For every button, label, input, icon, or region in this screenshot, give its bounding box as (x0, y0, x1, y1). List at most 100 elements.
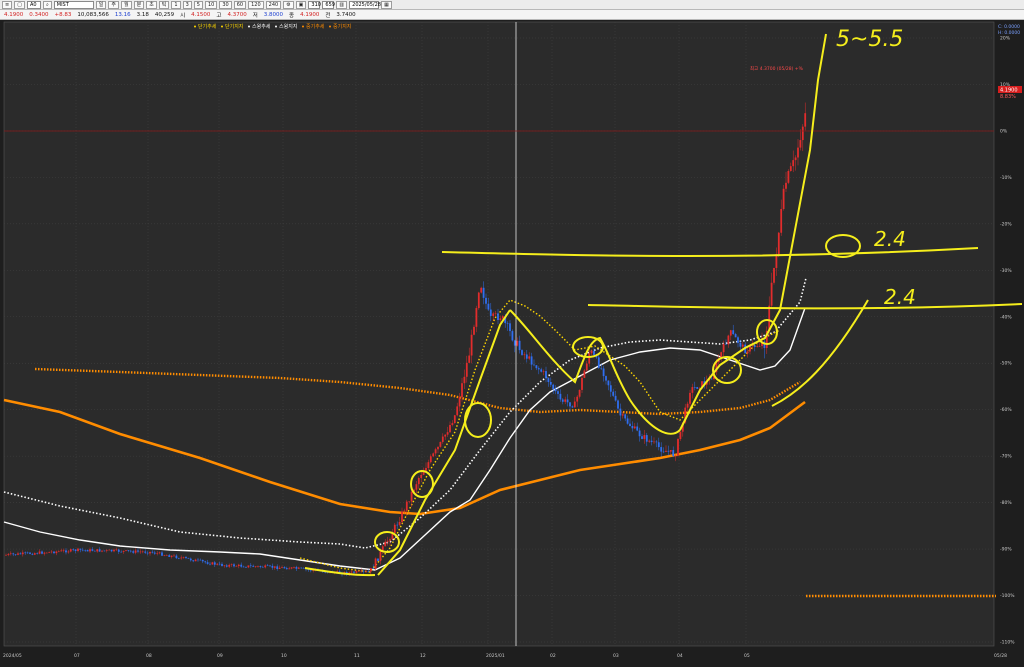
candle-body (192, 560, 195, 562)
candle-body (96, 549, 99, 552)
open-label: 시 (180, 12, 186, 19)
legend-marker (275, 25, 277, 28)
interval-1[interactable]: 1 (171, 0, 181, 9)
stock-name-input[interactable]: MIST (53, 0, 94, 9)
candle-body (5, 554, 7, 556)
y-tick-label: -50% (1000, 361, 1012, 367)
candle-body (794, 157, 797, 161)
candle-body (103, 550, 106, 552)
period-tab-tick[interactable]: 틱 (158, 0, 170, 9)
candle-body (458, 397, 461, 407)
period-tab-week[interactable]: 주 (108, 0, 119, 9)
candle-body (216, 563, 219, 565)
menu-icon[interactable]: ≡ (2, 0, 13, 9)
candle-body (151, 551, 154, 553)
x-tick-label: 11 (354, 653, 360, 659)
interval-3[interactable]: 3 (182, 0, 192, 9)
candle-body (45, 552, 48, 554)
candle-body (576, 396, 579, 402)
candle-body (485, 297, 487, 304)
candle-body (521, 350, 523, 355)
legend-item: 스윙추세 (252, 23, 271, 30)
stock-code-input[interactable]: A0 (26, 0, 41, 9)
candle-body (29, 552, 31, 554)
candle-body (624, 414, 627, 419)
candle-body (302, 568, 305, 569)
candle-body (386, 540, 389, 542)
candle-body (264, 565, 267, 568)
period-tab-second[interactable]: 초 (146, 0, 157, 9)
candle-body (237, 564, 240, 567)
candle-body (609, 385, 612, 392)
candle-body (756, 346, 759, 347)
interval-120[interactable]: 120 (248, 0, 264, 9)
candle-body (787, 171, 790, 183)
window-icon[interactable]: ▢ (14, 0, 25, 9)
candle-body (686, 403, 689, 408)
lock-icon[interactable]: ▣ (295, 0, 307, 9)
current-price-tag-pct: 8.83% (1000, 94, 1016, 100)
candle-body (530, 356, 533, 365)
date-input[interactable]: 2025/05/28 (349, 0, 381, 9)
candle-body (254, 566, 257, 568)
interval-60[interactable]: 60 (233, 0, 247, 9)
candle-body (513, 340, 516, 346)
candle-body (266, 565, 269, 567)
interval-5[interactable]: 5 (193, 0, 203, 9)
legend-item: 중기추세 (306, 23, 325, 30)
candle-body (269, 565, 271, 567)
period-tab-month[interactable]: 월 (120, 0, 132, 9)
candle-body (770, 282, 773, 306)
zoom-input[interactable]: 310 (308, 0, 321, 9)
candle-body (537, 368, 540, 370)
candle-body (561, 399, 564, 402)
candle-body (602, 368, 605, 377)
volume-pct: 13.16 (114, 11, 131, 18)
candle-body (528, 356, 531, 359)
candle-body (427, 462, 430, 469)
candle-body (72, 549, 75, 550)
candle-body (41, 551, 43, 554)
annotation-resistance-lower-label: 2.4 (884, 285, 916, 309)
search-icon[interactable]: ⌕ (42, 0, 52, 9)
candle-body (456, 406, 459, 416)
price-chart-area[interactable]: 20% 10% 0% -10% -20% -30% -40% -50% -60% -70% -80%… (0, 20, 1024, 663)
calendar-icon[interactable]: ▦ (381, 0, 392, 9)
candle-body (662, 451, 665, 453)
price-chart[interactable]: 20%10%0%-10%-20%-30%-40%-50%-60%-70%-80%… (0, 20, 1024, 663)
interval-30[interactable]: 30 (219, 0, 232, 9)
candle-body (554, 389, 557, 392)
candle-body (465, 362, 468, 377)
interval-240[interactable]: 240 (265, 0, 282, 9)
candle-body (410, 491, 413, 502)
candle-body (125, 550, 127, 551)
candle-body (38, 551, 41, 554)
candle-body (9, 553, 12, 555)
candle-body (225, 565, 228, 567)
candle-body (475, 308, 478, 327)
candle-body (362, 570, 365, 572)
period-tab-minute[interactable]: 분 (133, 0, 145, 9)
candle-body (672, 450, 675, 457)
candle-body (132, 551, 135, 553)
period-tab-day[interactable]: 일 (95, 0, 107, 9)
candle-body (89, 549, 91, 552)
candle-body (355, 571, 358, 573)
chart-type-icon[interactable]: ▥ (336, 0, 348, 9)
candle-body (621, 414, 624, 416)
candle-body (633, 426, 636, 429)
candle-body (213, 562, 216, 565)
candle-body (377, 558, 379, 562)
candle-body (199, 559, 202, 561)
x-tick-label: 08 (146, 653, 152, 659)
settings-icon[interactable]: ⚙ (283, 0, 294, 9)
y-tick-label: -10% (1000, 175, 1012, 181)
interval-10[interactable]: 10 (204, 0, 218, 9)
annotation-target-label: 5~5.5 (836, 27, 903, 52)
candle-body (667, 450, 670, 452)
candle-body (564, 399, 567, 402)
candle-body (19, 553, 22, 555)
candle-body (101, 550, 103, 552)
candle-body (453, 415, 456, 424)
candle-body (665, 450, 667, 452)
